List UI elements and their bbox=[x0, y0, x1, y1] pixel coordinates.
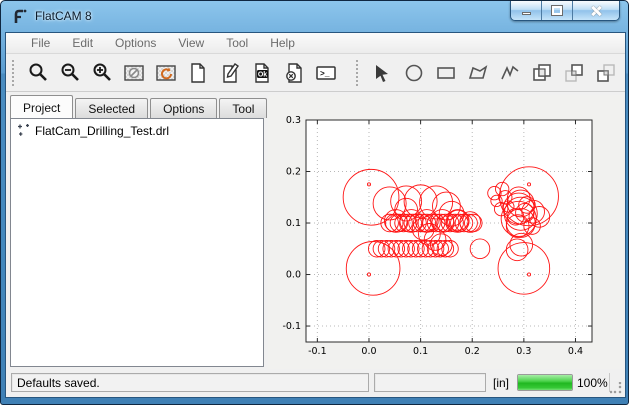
subtract-icon bbox=[563, 62, 585, 84]
status-bar: Defaults saved. [in] 100% bbox=[6, 369, 625, 397]
menu-edit[interactable]: Edit bbox=[61, 34, 104, 52]
status-message: Defaults saved. bbox=[17, 376, 100, 390]
progress-fill bbox=[518, 375, 572, 390]
draw-circle-button[interactable] bbox=[398, 58, 430, 88]
cut-button[interactable] bbox=[590, 58, 622, 88]
menu-options[interactable]: Options bbox=[104, 34, 167, 52]
resize-grip[interactable] bbox=[610, 382, 622, 394]
tab-project[interactable]: Project bbox=[10, 95, 73, 118]
progress-percent: 100% bbox=[577, 376, 608, 390]
tab-selected[interactable]: Selected bbox=[75, 98, 148, 118]
clear-plot-button[interactable] bbox=[118, 58, 150, 88]
close-button[interactable] bbox=[573, 1, 619, 20]
circle-icon bbox=[403, 62, 425, 84]
zoom-fit-button[interactable] bbox=[22, 58, 54, 88]
select-tool-button[interactable] bbox=[366, 58, 398, 88]
menu-help[interactable]: Help bbox=[259, 34, 306, 52]
toolbar-drag-handle-2[interactable] bbox=[356, 60, 362, 86]
ok-document-icon: Ok bbox=[251, 62, 273, 84]
close-icon bbox=[590, 5, 602, 17]
zoom-in-button[interactable] bbox=[86, 58, 118, 88]
new-project-button[interactable] bbox=[182, 58, 214, 88]
menu-bar: File Edit Options View Tool Help bbox=[6, 33, 625, 54]
flatcam-app-icon bbox=[12, 8, 29, 25]
grid-clear-icon bbox=[123, 62, 145, 84]
maximize-button[interactable] bbox=[542, 1, 573, 20]
replot-button[interactable] bbox=[150, 58, 182, 88]
magnifier-minus-icon bbox=[59, 62, 81, 84]
svg-text:0.0: 0.0 bbox=[286, 270, 301, 281]
open-project-button[interactable] bbox=[214, 58, 246, 88]
svg-text:0.1: 0.1 bbox=[413, 346, 428, 357]
project-tree[interactable]: FlatCam_Drilling_Test.drl bbox=[10, 118, 264, 367]
svg-text:0.3: 0.3 bbox=[516, 346, 531, 357]
progress-bar bbox=[517, 374, 573, 391]
cursor-arrow-icon bbox=[371, 62, 393, 84]
status-secondary-box bbox=[374, 373, 486, 392]
window-title: FlatCAM 8 bbox=[35, 9, 92, 23]
edit-document-icon bbox=[219, 62, 241, 84]
menu-tool[interactable]: Tool bbox=[215, 34, 259, 52]
draw-rectangle-button[interactable] bbox=[430, 58, 462, 88]
tab-bar: Project Selected Options Tool bbox=[10, 95, 269, 118]
toolbar-drag-handle[interactable] bbox=[12, 60, 18, 86]
tree-item-label: FlatCam_Drilling_Test.drl bbox=[35, 124, 169, 138]
menu-view[interactable]: View bbox=[167, 34, 215, 52]
union-icon bbox=[531, 62, 553, 84]
cancel-document-icon bbox=[283, 62, 305, 84]
tab-options[interactable]: Options bbox=[150, 98, 217, 118]
plot-figure[interactable]: -0.1 0.0 0.1 0.2 0.3 0.4 -0.1 0.0 0.1 0.2 0.3 bbox=[268, 95, 623, 369]
minimize-icon bbox=[522, 12, 531, 15]
magnifier-icon bbox=[27, 62, 49, 84]
svg-text:0.2: 0.2 bbox=[465, 346, 480, 357]
tree-item-drill-file[interactable]: FlatCam_Drilling_Test.drl bbox=[11, 119, 263, 140]
title-bar[interactable]: FlatCAM 8 bbox=[1, 1, 628, 32]
polyline-icon bbox=[499, 62, 521, 84]
svg-text:0.4: 0.4 bbox=[568, 346, 583, 357]
left-panel: Project Selected Options Tool bbox=[10, 93, 266, 369]
svg-text:>_: >_ bbox=[320, 70, 330, 79]
draw-polyline-button[interactable] bbox=[494, 58, 526, 88]
terminal-icon: >_ bbox=[315, 62, 337, 84]
draw-polygon-button[interactable] bbox=[462, 58, 494, 88]
maximize-icon bbox=[552, 6, 562, 15]
cut-icon bbox=[595, 62, 617, 84]
svg-text:0.1: 0.1 bbox=[286, 218, 301, 229]
svg-text:Ok: Ok bbox=[258, 72, 267, 79]
shell-button[interactable]: >_ bbox=[310, 58, 342, 88]
magnifier-plus-icon bbox=[91, 62, 113, 84]
new-document-icon bbox=[187, 62, 209, 84]
drill-plot-canvas[interactable]: -0.1 0.0 0.1 0.2 0.3 0.4 -0.1 0.0 0.1 0.2 0.3 bbox=[268, 95, 625, 369]
toolbar: Ok >_ bbox=[6, 55, 625, 92]
flatcam-window: FlatCAM 8 File Edit Options View Tool He… bbox=[0, 0, 629, 405]
tab-tool[interactable]: Tool bbox=[219, 98, 267, 118]
svg-text:0.0: 0.0 bbox=[361, 346, 376, 357]
minimize-button[interactable] bbox=[511, 1, 542, 20]
polygon-icon bbox=[467, 62, 489, 84]
status-message-box: Defaults saved. bbox=[11, 373, 369, 392]
zoom-out-button[interactable] bbox=[54, 58, 86, 88]
cancel-defaults-button[interactable] bbox=[278, 58, 310, 88]
grid-replot-icon bbox=[155, 62, 177, 84]
rectangle-icon bbox=[435, 62, 457, 84]
union-button[interactable] bbox=[526, 58, 558, 88]
drill-points-icon bbox=[15, 123, 30, 138]
subtract-button[interactable] bbox=[558, 58, 590, 88]
units-label: [in] bbox=[493, 376, 509, 390]
svg-text:0.2: 0.2 bbox=[286, 167, 301, 178]
svg-text:-0.1: -0.1 bbox=[308, 346, 327, 357]
menu-file[interactable]: File bbox=[20, 34, 61, 52]
main-area: Project Selected Options Tool bbox=[6, 93, 625, 371]
svg-text:0.3: 0.3 bbox=[286, 115, 301, 126]
svg-text:-0.1: -0.1 bbox=[282, 321, 301, 332]
save-defaults-button[interactable]: Ok bbox=[246, 58, 278, 88]
